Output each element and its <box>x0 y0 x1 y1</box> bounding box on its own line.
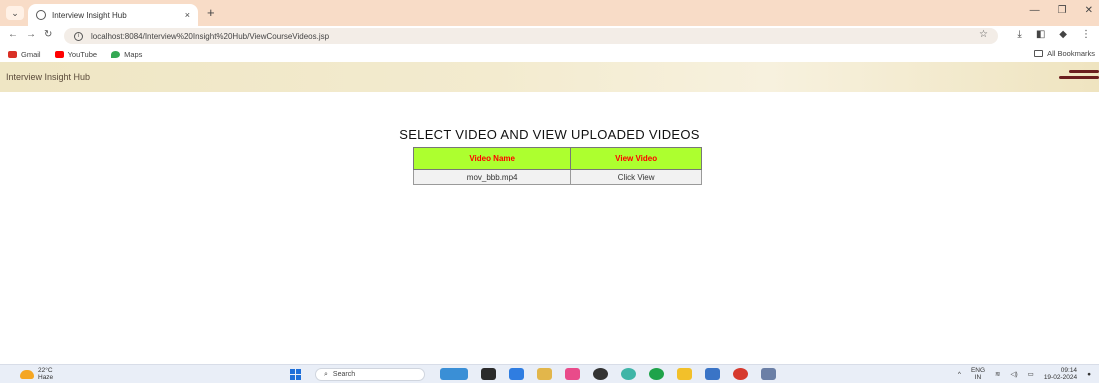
tab-title: Interview Insight Hub <box>52 10 127 20</box>
tab-close-button[interactable]: × <box>185 10 190 20</box>
bookmark-label: YouTube <box>67 49 98 59</box>
youtube-icon <box>54 50 64 58</box>
bookmark-label: Maps <box>124 49 143 59</box>
more-menu-icon[interactable]: ⋮ <box>1081 29 1091 40</box>
extensions-icon[interactable]: ◆ <box>1059 29 1067 40</box>
start-button[interactable] <box>290 369 302 380</box>
bookmark-youtube[interactable]: YouTube <box>54 49 98 59</box>
forward-button[interactable]: → <box>26 29 36 40</box>
restore-button[interactable]: ❐ <box>1058 5 1067 16</box>
minimize-button[interactable]: — <box>1030 5 1040 16</box>
url-text: localhost:8084/Interview%20Insight%20Hub… <box>91 31 330 41</box>
site-title[interactable]: Interview Insight Hub <box>6 72 90 82</box>
download-icon[interactable]: ⤓ <box>1017 29 1021 40</box>
edge-icon[interactable] <box>649 368 664 380</box>
bookmark-gmail[interactable]: Gmail <box>8 50 41 59</box>
search-icon: ⌕ <box>324 370 328 378</box>
window-controls: — ❐ ✕ <box>1030 5 1093 16</box>
browser-tabstrip: ⌄ Interview Insight Hub × + — ❐ ✕ <box>0 0 1099 26</box>
gmail-icon <box>8 50 17 58</box>
tab-search-menu[interactable]: ⌄ <box>6 6 24 20</box>
table-header-row: Video Name View Video <box>412 147 702 170</box>
bookmark-star-icon[interactable]: ☆ <box>979 29 988 40</box>
chevron-down-icon: ⌄ <box>11 8 19 18</box>
video-table: Video Name View Video mov_bbb.mp4 Click … <box>412 147 702 185</box>
close-window-button[interactable]: ✕ <box>1085 5 1093 16</box>
column-header-video-name: Video Name <box>412 147 572 170</box>
weather-temp: 22°C <box>38 367 53 374</box>
chrome-icon[interactable] <box>621 368 636 380</box>
file-explorer-icon[interactable] <box>677 368 692 380</box>
app-icon[interactable] <box>733 368 748 380</box>
volume-icon[interactable]: ◁) <box>1010 370 1017 378</box>
video-name-cell: mov_bbb.mp4 <box>412 169 572 185</box>
url-input[interactable]: i localhost:8084/Interview%20Insight%20H… <box>64 28 998 44</box>
all-bookmarks-label: All Bookmarks <box>1047 49 1095 58</box>
click-view-link[interactable]: Click View <box>570 169 702 185</box>
site-info-icon[interactable]: i <box>74 31 83 41</box>
all-bookmarks-button[interactable]: All Bookmarks <box>1034 49 1095 58</box>
app-icon[interactable] <box>761 368 776 380</box>
chevron-up-icon[interactable]: ^ <box>958 371 961 378</box>
taskbar-search[interactable]: ⌕ Search <box>315 368 425 381</box>
store-icon[interactable] <box>705 368 720 380</box>
battery-icon[interactable]: ▭ <box>1028 370 1034 378</box>
new-tab-button[interactable]: + <box>207 5 215 20</box>
language-indicator[interactable]: ENG IN <box>971 367 985 381</box>
address-bar-row: ← → ↻ i localhost:8084/Interview%20Insig… <box>0 26 1099 46</box>
bookmark-label: Gmail <box>21 49 41 59</box>
language-label: ENG <box>970 367 986 374</box>
clock[interactable]: 09:14 19-02-2024 <box>1044 367 1077 381</box>
tab-active[interactable]: Interview Insight Hub × <box>28 4 198 26</box>
app-icon[interactable] <box>565 368 580 380</box>
clock-date: 19-02-2024 <box>1043 374 1078 381</box>
page-title: SELECT VIDEO AND VIEW UPLOADED VIDEOS <box>399 127 700 142</box>
column-header-view-video: View Video <box>570 147 702 170</box>
weather-desc: Haze <box>38 374 54 381</box>
weather-icon <box>20 369 34 379</box>
site-header: Interview Insight Hub <box>0 62 1099 92</box>
clock-time: 09:14 <box>1060 367 1078 374</box>
widgets-icon[interactable] <box>440 368 468 380</box>
chat-icon[interactable] <box>509 368 524 380</box>
taskbar: 22°C Haze ⌕ Search ^ ENG IN ≋ ◁) ▭ 09:14… <box>0 364 1099 383</box>
bookmarks-bar: Gmail YouTube Maps All Bookmarks <box>0 46 1099 62</box>
wifi-icon[interactable]: ≋ <box>995 370 1000 378</box>
back-button[interactable]: ← <box>8 29 18 40</box>
taskbar-apps <box>440 368 776 380</box>
region-label: IN <box>974 374 982 381</box>
maps-pin-icon <box>111 50 121 58</box>
browser-toolbar: ⤓ ◧ ◆ ⋮ <box>1017 29 1091 40</box>
system-tray: ^ ENG IN ≋ ◁) ▭ 09:14 19-02-2024 ● <box>958 367 1091 381</box>
hamburger-menu-icon[interactable] <box>1059 70 1099 84</box>
task-view-icon[interactable] <box>481 368 496 380</box>
bookmark-maps[interactable]: Maps <box>111 50 142 59</box>
weather-widget[interactable]: 22°C Haze <box>20 367 53 381</box>
globe-icon <box>36 10 46 20</box>
reload-button[interactable]: ↻ <box>44 29 52 40</box>
side-panel-icon[interactable]: ◧ <box>1036 29 1045 40</box>
search-placeholder: Search <box>332 371 356 378</box>
table-row: mov_bbb.mp4 Click View <box>412 169 702 185</box>
app-icon[interactable] <box>593 368 608 380</box>
folder-icon <box>1034 50 1044 57</box>
notification-icon[interactable]: ● <box>1087 371 1091 378</box>
app-icon[interactable] <box>537 368 552 380</box>
